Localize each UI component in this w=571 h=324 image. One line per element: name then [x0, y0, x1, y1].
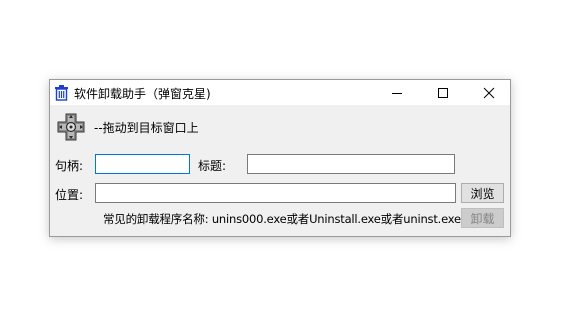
minimize-button[interactable] — [374, 80, 420, 105]
handle-label: 句柄: — [55, 159, 84, 173]
minimize-icon — [392, 93, 402, 94]
browse-button[interactable]: 浏览 — [461, 183, 504, 203]
close-button[interactable] — [466, 80, 512, 105]
window-title: 软件卸载助手（弹窗克星) — [74, 87, 211, 101]
title-label: 标题: — [198, 159, 227, 173]
maximize-icon — [438, 88, 448, 98]
handle-input[interactable] — [95, 154, 190, 174]
drag-hint-text: --拖动到目标窗口上 — [94, 121, 199, 135]
title-bar[interactable]: 软件卸载助手（弹窗克星) — [50, 80, 510, 105]
trash-bin-icon — [53, 84, 70, 101]
position-input[interactable] — [95, 183, 456, 203]
uninstall-helper-window: 软件卸载助手（弹窗克星) --拖动到目标窗口上 句柄: 标题: 位置: 浏览 常… — [49, 79, 511, 237]
uninstaller-names-note: 常见的卸载程序名称: unins000.exe或者Uninstall.exe或者… — [103, 212, 461, 226]
maximize-button[interactable] — [420, 80, 466, 105]
position-label: 位置: — [55, 188, 84, 202]
drag-crosshair-icon[interactable] — [55, 111, 87, 143]
title-input[interactable] — [247, 154, 455, 174]
uninstall-button[interactable]: 卸载 — [461, 208, 504, 228]
close-icon — [483, 87, 495, 99]
